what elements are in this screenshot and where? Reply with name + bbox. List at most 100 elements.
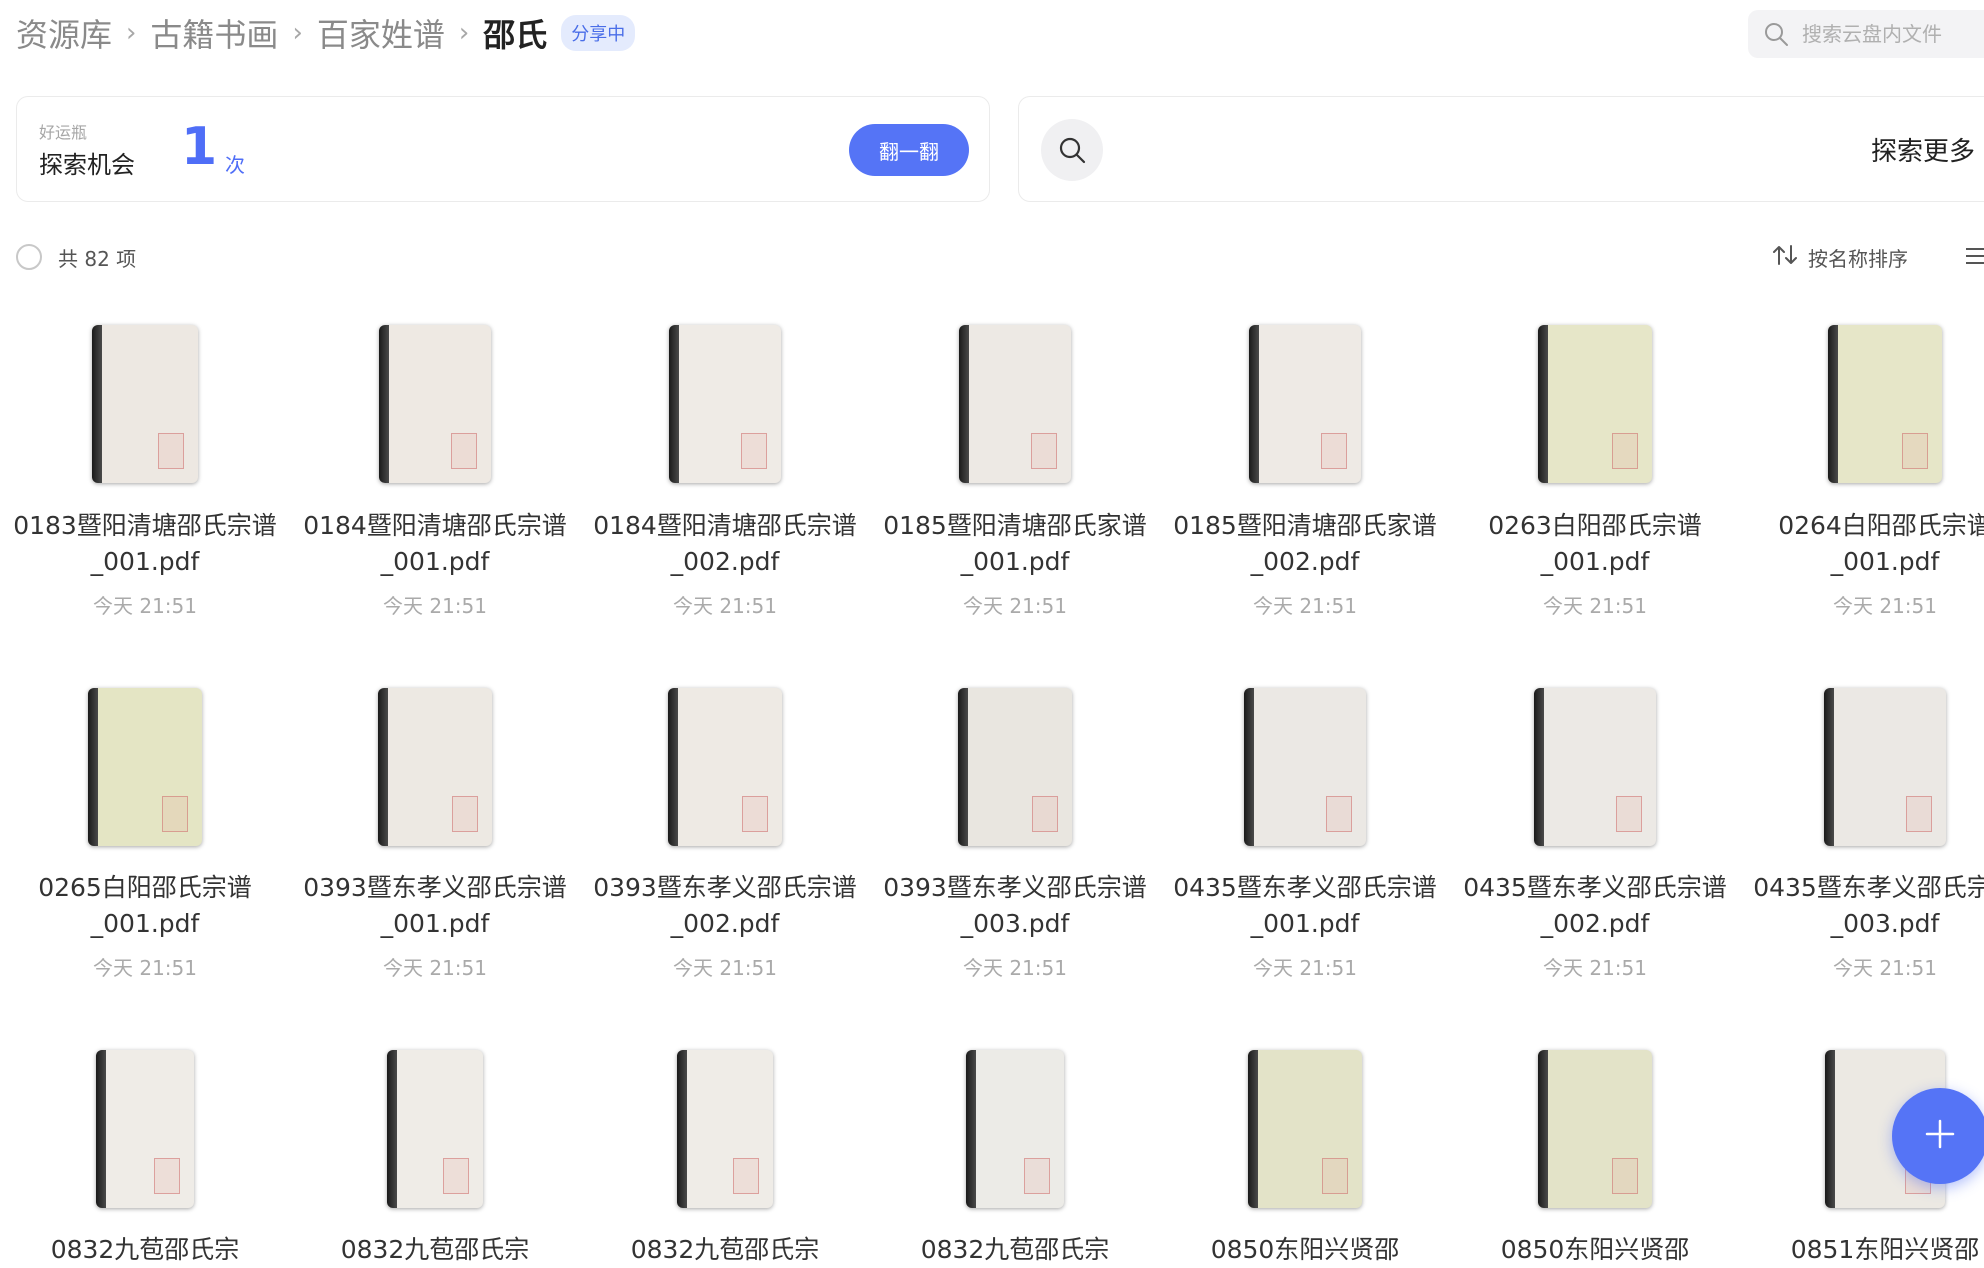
pdf-thumbnail	[1824, 688, 1946, 846]
file-time: 今天 21:51	[93, 594, 197, 618]
file-name: 0850东阳兴贤邵	[1500, 1235, 1690, 1264]
seal-icon	[162, 796, 188, 832]
sort-label: 按名称排序	[1808, 247, 1908, 271]
seal-icon	[742, 796, 768, 832]
explore-more-link[interactable]: 探索更多	[1871, 131, 1975, 168]
file-time: 今天 21:51	[963, 594, 1067, 618]
search-input[interactable]	[1800, 21, 1984, 47]
pdf-thumbnail	[1828, 325, 1942, 483]
sort-button[interactable]: 按名称排序	[1772, 243, 1908, 272]
breadcrumb-item-ancient-books[interactable]: 古籍书画	[150, 10, 278, 56]
seal-icon	[1326, 796, 1352, 832]
chevron-right-icon: ›	[292, 18, 303, 48]
seal-icon	[733, 1158, 759, 1194]
file-name: 0832九苞邵氏宗	[920, 1235, 1110, 1264]
explore-card[interactable]: 探索更多	[1018, 96, 1984, 202]
seal-icon	[1906, 796, 1932, 832]
file-name: 0264白阳邵氏宗谱_001.pdf	[1778, 511, 1984, 576]
file-name: 0265白阳邵氏宗谱_001.pdf	[38, 873, 252, 938]
lucky-bottle-card: 好运瓶 探索机会 1 次 翻一翻	[16, 96, 990, 202]
file-time: 今天 21:51	[673, 594, 777, 618]
seal-icon	[451, 433, 477, 469]
file-time: 今天 21:51	[1833, 956, 1937, 980]
file-name: 0832九苞邵氏宗	[340, 1235, 530, 1264]
pdf-thumbnail	[1538, 325, 1652, 483]
lucky-bottle-label: 好运瓶	[39, 123, 88, 142]
add-button[interactable]	[1892, 1088, 1984, 1184]
file-name: 0851东阳兴贤邵	[1790, 1235, 1980, 1264]
chance-count: 1	[181, 117, 218, 177]
seal-icon	[1616, 796, 1642, 832]
search-box[interactable]	[1748, 10, 1984, 58]
pdf-thumbnail	[1249, 325, 1361, 483]
page-title: 邵氏	[483, 16, 548, 54]
pdf-thumbnail	[387, 1050, 483, 1208]
chevron-right-icon: ›	[126, 18, 137, 48]
pdf-thumbnail	[959, 325, 1071, 483]
pdf-thumbnail	[88, 688, 202, 846]
file-name: 0183暨阳清塘邵氏宗谱_001.pdf	[13, 511, 277, 576]
select-all-checkbox[interactable]	[16, 244, 42, 270]
item-count: 共 82 项	[58, 247, 137, 271]
file-name: 0263白阳邵氏宗谱_001.pdf	[1488, 511, 1702, 576]
seal-icon	[1322, 1158, 1348, 1194]
chance-unit: 次	[225, 153, 245, 177]
seal-icon	[1902, 433, 1928, 469]
file-time: 今天 21:51	[1833, 594, 1937, 618]
search-icon	[1762, 20, 1790, 48]
file-name: 0393暨东孝义邵氏宗谱_001.pdf	[303, 873, 567, 938]
seal-icon	[1024, 1158, 1050, 1194]
seal-icon	[1031, 433, 1057, 469]
pdf-thumbnail	[669, 325, 781, 483]
file-name: 0435暨东孝义邵氏宗谱_003.pdf	[1753, 873, 1984, 938]
file-name: 0184暨阳清塘邵氏宗谱_001.pdf	[303, 511, 567, 576]
file-name: 0393暨东孝义邵氏宗谱_002.pdf	[593, 873, 857, 938]
seal-icon	[452, 796, 478, 832]
seal-icon	[1032, 796, 1058, 832]
file-name: 0185暨阳清塘邵氏家谱_001.pdf	[883, 511, 1147, 576]
file-name: 0184暨阳清塘邵氏宗谱_002.pdf	[593, 511, 857, 576]
plus-icon	[1924, 1118, 1956, 1154]
pdf-thumbnail	[677, 1050, 773, 1208]
file-time: 今天 21:51	[1253, 594, 1357, 618]
breadcrumb: 资源库 › 古籍书画 › 百家姓谱 › 邵氏 分享中	[16, 10, 636, 56]
pdf-thumbnail	[379, 325, 491, 483]
seal-icon	[1612, 433, 1638, 469]
breadcrumb-item-surnames[interactable]: 百家姓谱	[317, 10, 445, 56]
pdf-thumbnail	[1244, 688, 1366, 846]
seal-icon	[1612, 1158, 1638, 1194]
pdf-thumbnail	[958, 688, 1072, 846]
seal-icon	[443, 1158, 469, 1194]
file-name: 0832九苞邵氏宗	[630, 1235, 820, 1264]
breadcrumb-item-resources[interactable]: 资源库	[16, 10, 112, 56]
pdf-thumbnail	[92, 325, 198, 483]
pdf-thumbnail	[668, 688, 782, 846]
pdf-thumbnail	[966, 1050, 1064, 1208]
flip-button[interactable]: 翻一翻	[849, 124, 969, 176]
seal-icon	[1321, 433, 1347, 469]
seal-icon	[158, 433, 184, 469]
pdf-thumbnail	[96, 1050, 194, 1208]
sharing-status-badge: 分享中	[561, 15, 636, 51]
file-time: 今天 21:51	[1253, 956, 1357, 980]
file-time: 今天 21:51	[673, 956, 777, 980]
file-time: 今天 21:51	[1543, 594, 1647, 618]
pdf-thumbnail	[1248, 1050, 1362, 1208]
pdf-thumbnail	[1534, 688, 1656, 846]
file-name: 0832九苞邵氏宗	[50, 1235, 240, 1264]
file-time: 今天 21:51	[383, 956, 487, 980]
file-name: 0435暨东孝义邵氏宗谱_001.pdf	[1173, 873, 1437, 938]
file-name: 0435暨东孝义邵氏宗谱_002.pdf	[1463, 873, 1727, 938]
search-icon[interactable]	[1041, 119, 1103, 181]
sort-arrows-icon	[1772, 244, 1798, 271]
seal-icon	[741, 433, 767, 469]
file-time: 今天 21:51	[383, 594, 487, 618]
explore-chances-label: 探索机会	[39, 151, 135, 179]
pdf-thumbnail	[378, 688, 492, 846]
pdf-thumbnail	[1538, 1050, 1652, 1208]
file-time: 今天 21:51	[963, 956, 1067, 980]
seal-icon	[154, 1158, 180, 1194]
file-time: 今天 21:51	[93, 956, 197, 980]
list-view-icon[interactable]	[1966, 246, 1984, 270]
file-name: 0850东阳兴贤邵	[1210, 1235, 1400, 1264]
